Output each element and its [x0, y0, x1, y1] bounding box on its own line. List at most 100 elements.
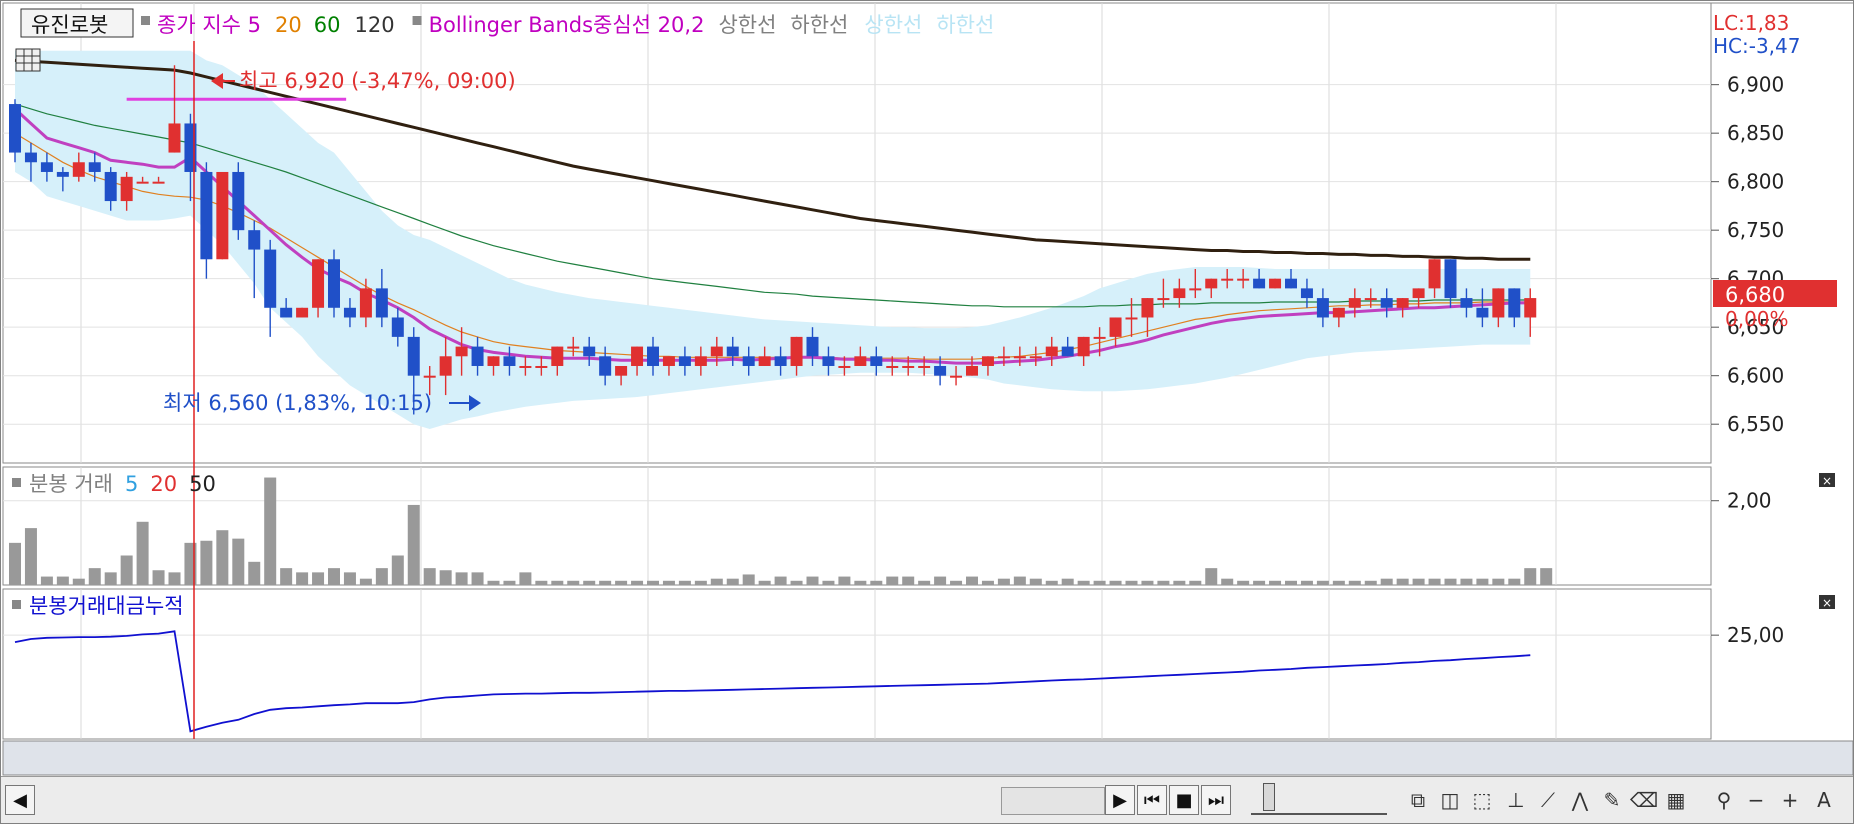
volume-bar	[1045, 580, 1058, 585]
volume-bar	[1013, 576, 1026, 585]
volume-bar	[1125, 580, 1138, 585]
candle	[886, 365, 899, 368]
volume-bar	[56, 576, 69, 585]
candle	[1173, 288, 1186, 299]
candle	[296, 307, 309, 318]
volume-bar	[1316, 580, 1329, 585]
chart-canvas[interactable]: 6,9006,8506,8006,7506,7006,6506,6006,550…	[1, 1, 1854, 777]
volume-bar	[280, 568, 293, 585]
volume-bar	[997, 578, 1010, 585]
candle	[758, 356, 771, 366]
candle	[1013, 356, 1026, 359]
volume-bar	[838, 576, 851, 585]
volume-bar	[1364, 580, 1377, 585]
amount-legend: 분봉거래대금누적	[29, 594, 184, 618]
candle	[662, 356, 675, 366]
volume-bar	[1141, 580, 1154, 585]
legend-item: 5	[125, 472, 138, 496]
candle	[1125, 317, 1138, 320]
volume-bar	[886, 576, 899, 585]
close-panel-icon[interactable]: ×	[1819, 595, 1835, 610]
volume-bar	[375, 568, 388, 585]
candle	[583, 346, 596, 357]
scroll-right-button[interactable]: ▶	[1105, 785, 1135, 815]
candle	[918, 365, 931, 368]
candle	[567, 346, 580, 349]
volume-bar	[1205, 568, 1218, 585]
table-icon[interactable]	[15, 48, 41, 72]
volume-bar	[1109, 580, 1122, 585]
zoom-out-icon[interactable]: −	[1741, 785, 1771, 815]
scroll-track[interactable]	[1001, 787, 1105, 815]
volume-bar	[822, 580, 835, 585]
candle	[647, 346, 659, 366]
stop-button[interactable]: ■	[1169, 785, 1199, 815]
volume-bar	[934, 576, 947, 585]
settings-chart-icon[interactable]: ▦	[1661, 785, 1691, 815]
volume-bar	[455, 572, 468, 585]
rewind-button[interactable]: ⏮	[1137, 785, 1167, 815]
volume-bar	[631, 580, 644, 585]
volume-bar	[24, 528, 37, 585]
candle	[1253, 278, 1266, 289]
volume-bar	[343, 572, 356, 585]
volume-bar	[742, 574, 755, 585]
zoom-slider-thumb[interactable]	[1263, 783, 1275, 811]
indicator-icon[interactable]: ⋀	[1565, 785, 1595, 815]
volume-bar	[1253, 580, 1266, 585]
draw-icon[interactable]: ✎	[1597, 785, 1627, 815]
fast-forward-button[interactable]: ⏭	[1201, 785, 1231, 815]
volume-bar	[88, 568, 101, 585]
candle	[248, 230, 261, 250]
volume-bar	[168, 572, 181, 585]
overlay-icon[interactable]: ⧉	[1403, 785, 1433, 815]
candle	[1492, 288, 1505, 318]
volume-bar	[1332, 580, 1345, 585]
crosshair-tool-icon[interactable]: ⊥	[1501, 785, 1531, 815]
y-tick-label: 6,850	[1727, 121, 1784, 145]
candle	[455, 346, 468, 357]
volume-bar	[9, 542, 21, 585]
candle	[551, 346, 564, 366]
eraser-icon[interactable]: ⌫	[1629, 785, 1659, 815]
candle	[1269, 278, 1282, 289]
svg-text:×: ×	[1822, 474, 1832, 488]
candle	[343, 307, 356, 318]
candle	[854, 356, 867, 366]
zoom-in-icon[interactable]: +	[1775, 785, 1805, 815]
volume-bar	[678, 580, 691, 585]
candle	[774, 356, 787, 366]
volume-bar	[423, 568, 436, 585]
y-tick-label: 6,900	[1727, 73, 1784, 97]
legend-item: 상한선	[864, 13, 922, 37]
zoom-region-icon[interactable]: ⬚	[1467, 785, 1497, 815]
volume-bar	[567, 580, 580, 585]
hc-label: HC:-3,47	[1713, 34, 1801, 58]
svg-text:×: ×	[1822, 596, 1832, 610]
volume-bar	[854, 580, 867, 585]
y-tick-label: 6,550	[1727, 412, 1784, 436]
legend-item: 20	[150, 472, 177, 496]
legend-square	[12, 478, 21, 487]
candle	[1077, 336, 1090, 357]
legend-item: 60	[314, 13, 341, 37]
legend-square	[141, 16, 150, 25]
candle	[1093, 336, 1106, 339]
candle	[359, 288, 372, 318]
scroll-left-button[interactable]: ◀	[5, 785, 35, 815]
high-annotation: 최고 6,920 (-3,47%, 09:00)	[211, 69, 516, 93]
x-axis-strip	[2, 740, 1854, 776]
text-tool-icon[interactable]: A	[1809, 785, 1839, 815]
window-icon[interactable]: ◫	[1435, 785, 1465, 815]
candle	[934, 365, 947, 376]
candle	[822, 356, 835, 366]
candle	[104, 171, 117, 202]
volume-bar	[1412, 578, 1425, 585]
volume-bar	[72, 578, 85, 585]
search-icon[interactable]: ⚲	[1709, 785, 1739, 815]
legend-item: 하한선	[936, 13, 994, 37]
close-panel-icon[interactable]: ×	[1819, 473, 1835, 488]
volume-bar	[551, 580, 564, 585]
trendline-icon[interactable]: ⟋	[1533, 785, 1563, 815]
candle	[1508, 288, 1521, 318]
